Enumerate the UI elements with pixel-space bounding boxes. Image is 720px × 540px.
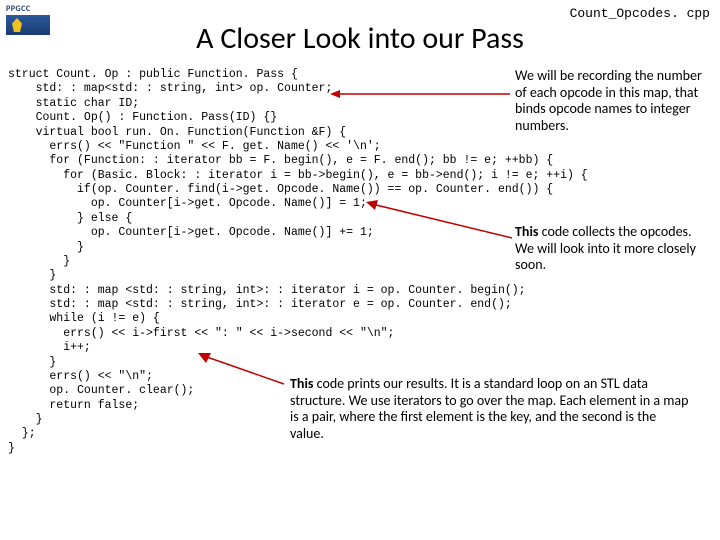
annotation-map: We will be recording the number of each … (515, 68, 710, 134)
annotation-collect-bold: This (515, 223, 538, 240)
slide-header: PPGCC Count_Opcodes. cpp A Closer Look i… (0, 0, 720, 68)
filename-label: Count_Opcodes. cpp (570, 6, 710, 21)
annotation-collect: This code collects the opcodes. We will … (515, 224, 710, 274)
annotation-print-rest: code prints our results. It is a standar… (290, 375, 688, 442)
logo-shape-icon (6, 15, 50, 35)
logo-text: PPGCC (6, 4, 62, 14)
annotation-collect-rest: code collects the opcodes. We will look … (515, 223, 696, 273)
slide-content: struct Count. Op : public Function. Pass… (0, 68, 720, 456)
annotation-print: This code prints our results. It is a st… (290, 376, 690, 442)
annotation-print-bold: This (290, 375, 313, 392)
ppgcc-logo: PPGCC (6, 4, 62, 48)
